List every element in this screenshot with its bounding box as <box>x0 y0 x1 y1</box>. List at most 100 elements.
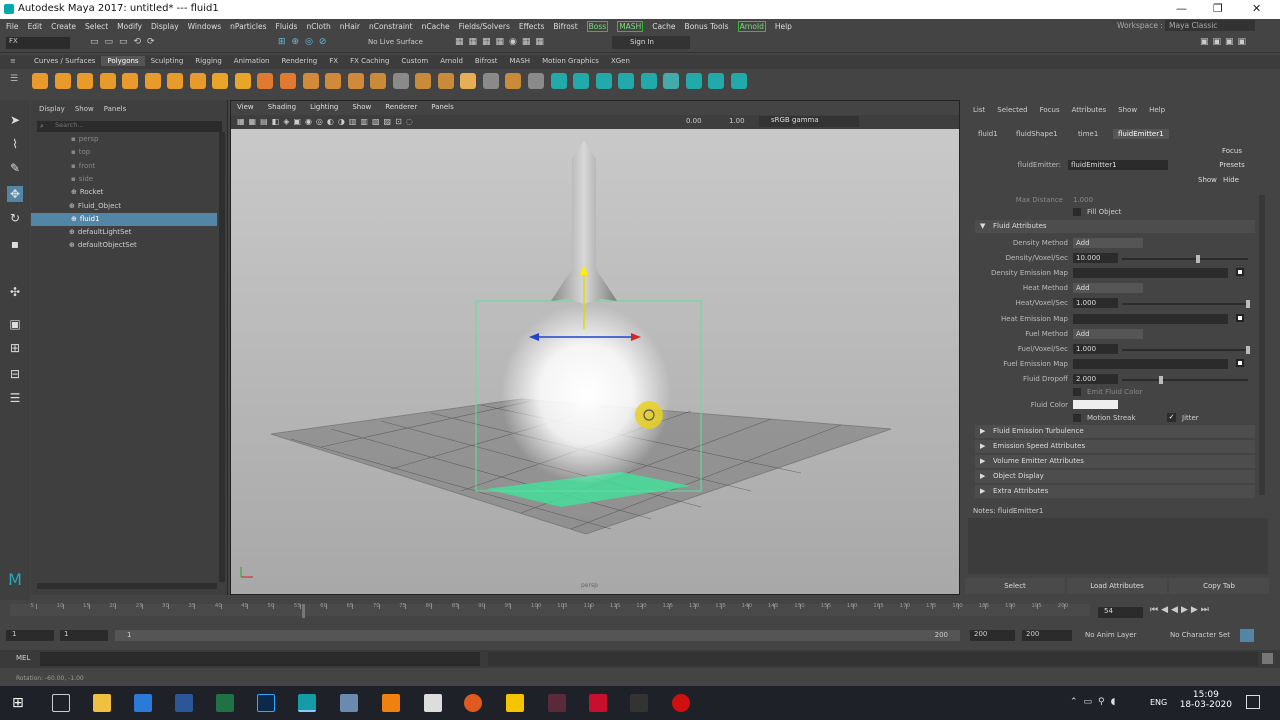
media-icon[interactable] <box>630 694 648 712</box>
ae-tab-fluidemitter1[interactable]: fluidEmitter1 <box>1113 129 1169 139</box>
ae-menu-help[interactable]: Help <box>1149 106 1165 114</box>
menu-fieldssolvers[interactable]: Fields/Solvers <box>459 22 510 31</box>
shelf-tab-sculpting[interactable]: Sculpting <box>145 56 190 66</box>
viewport-menu-view[interactable]: View <box>237 103 254 111</box>
torus-icon[interactable] <box>122 73 139 89</box>
menu-ncloth[interactable]: nCloth <box>306 22 330 31</box>
ae-tab-fluidshape1[interactable]: fluidShape1 <box>1011 129 1063 139</box>
bevel-icon[interactable] <box>460 73 477 89</box>
ae-menu-list[interactable]: List <box>973 106 985 114</box>
shelf-tab-arnold[interactable]: Arnold <box>434 56 469 66</box>
outliner-view-icon[interactable]: ☰ <box>7 390 23 406</box>
text-icon[interactable] <box>212 73 229 89</box>
node-name-field[interactable]: fluidEmitter1 <box>1068 160 1168 170</box>
attr-slider[interactable] <box>1122 348 1248 351</box>
cone-icon[interactable] <box>99 73 116 89</box>
map-button-icon[interactable] <box>1236 358 1244 367</box>
close-icon[interactable]: ✕ <box>1252 2 1261 15</box>
snap-icons[interactable]: ⊞⊕◎⊘ <box>278 37 358 49</box>
shelf-tab-animation[interactable]: Animation <box>228 56 276 66</box>
menu-effects[interactable]: Effects <box>519 22 545 31</box>
emit-color-checkbox[interactable] <box>1073 388 1081 396</box>
four-view-icon[interactable]: ⊞ <box>7 340 23 356</box>
menu-file[interactable]: File <box>6 22 19 31</box>
maya-taskbar-icon[interactable] <box>298 694 316 712</box>
shelf-tab-fx[interactable]: FX <box>323 56 344 66</box>
outliner-menu-display[interactable]: Display <box>39 105 65 113</box>
attr-slider[interactable] <box>1122 303 1248 306</box>
sphere-icon[interactable] <box>32 73 48 89</box>
shelf-tab-rendering[interactable]: Rendering <box>275 56 323 66</box>
menu-mash[interactable]: MASH <box>617 21 644 32</box>
outliner-search[interactable]: Search... <box>37 121 222 132</box>
section-fluid-attributes[interactable]: ▼ Fluid Attributes <box>975 220 1255 233</box>
outliner-menu-show[interactable]: Show <box>75 105 94 113</box>
ae-tab-time1[interactable]: time1 <box>1073 129 1103 139</box>
sign-in-button[interactable]: Sign In <box>612 36 690 49</box>
workspace-select[interactable]: Maya Classic <box>1165 20 1255 31</box>
acrobat-icon[interactable] <box>589 694 607 712</box>
outliner-menu-panels[interactable]: Panels <box>104 105 127 113</box>
multicut-icon[interactable] <box>528 73 545 89</box>
character-set-select[interactable]: No Character Set <box>1170 631 1230 639</box>
attr-slider[interactable] <box>1122 258 1248 261</box>
menu-help[interactable]: Help <box>775 22 792 31</box>
colorspace-select[interactable]: sRGB gamma <box>759 116 859 127</box>
render-icons[interactable]: ▦▦▦▦◉▦▦ <box>455 37 605 49</box>
motion-streak-checkbox[interactable] <box>1073 414 1081 422</box>
windows-start-icon[interactable]: ⊞ <box>12 694 30 712</box>
attr-slider-handle[interactable] <box>1246 345 1250 354</box>
viewport-menu-renderer[interactable]: Renderer <box>385 103 417 111</box>
reduce-icon[interactable] <box>392 73 409 89</box>
section-emission-speed-attributes[interactable]: ▶ Emission Speed Attributes <box>975 439 1255 453</box>
outliner-item[interactable]: ⊕ Fluid_Object <box>31 200 217 213</box>
playback-end-field[interactable]: 200 <box>970 630 1015 641</box>
attr-field[interactable]: 2.000 <box>1073 373 1118 384</box>
ae-menu-selected[interactable]: Selected <box>997 106 1027 114</box>
end-frame-field[interactable]: 200 <box>1022 630 1072 641</box>
ae-scrollbar[interactable] <box>1259 195 1265 495</box>
disc-icon[interactable] <box>167 73 184 89</box>
shelf-tab-custom[interactable]: Custom <box>395 56 434 66</box>
two-view-icon[interactable]: ⊟ <box>7 366 23 382</box>
vlc-icon[interactable] <box>382 694 400 712</box>
ae-menu-attributes[interactable]: Attributes <box>1072 106 1107 114</box>
menu-nconstraint[interactable]: nConstraint <box>369 22 413 31</box>
game-icon[interactable] <box>548 694 566 712</box>
jitter-checkbox[interactable]: ✓ <box>1167 413 1176 422</box>
calculator-icon[interactable] <box>424 694 442 712</box>
menu-create[interactable]: Create <box>51 22 76 31</box>
current-frame-field[interactable]: 54 <box>1098 607 1143 618</box>
task-view-icon[interactable] <box>52 694 70 712</box>
command-input[interactable] <box>40 652 480 666</box>
sticky-notes-icon[interactable] <box>506 694 524 712</box>
show-button[interactable]: Show <box>1198 176 1220 184</box>
ae-menu-focus[interactable]: Focus <box>1040 106 1060 114</box>
outliner-item[interactable]: ▪ front <box>31 160 217 173</box>
outliner-item[interactable]: ▪ side <box>31 173 217 186</box>
outliner-hscrollbar[interactable] <box>37 583 217 589</box>
append-icon[interactable] <box>505 73 522 89</box>
merge-icon[interactable] <box>482 73 499 89</box>
current-time-marker[interactable] <box>301 604 305 618</box>
viewport-menu-lighting[interactable]: Lighting <box>310 103 338 111</box>
smooth-icon[interactable] <box>302 73 319 89</box>
pipe-icon[interactable] <box>189 73 206 89</box>
recorder-icon[interactable] <box>672 694 690 712</box>
fluid-color-swatch[interactable] <box>1073 400 1118 409</box>
notifications-icon[interactable] <box>1246 695 1260 709</box>
shelf-tab-fxcaching[interactable]: FX Caching <box>344 56 395 66</box>
menu-cache[interactable]: Cache <box>652 22 675 31</box>
shelf-tab-bifrost[interactable]: Bifrost <box>469 56 504 66</box>
ae-menu-show[interactable]: Show <box>1118 106 1137 114</box>
load-attributes-button[interactable]: Load Attributes <box>1067 578 1167 594</box>
section-volume-emitter-attributes[interactable]: ▶ Volume Emitter Attributes <box>975 454 1255 468</box>
anim-layer-select[interactable]: No Anim Layer <box>1085 631 1136 639</box>
attr-slider-handle[interactable] <box>1196 255 1201 264</box>
taskbar-clock[interactable]: 15:09 18-03-2020 <box>1180 690 1232 710</box>
scale-tool-icon[interactable]: ▪ <box>7 236 23 252</box>
shelf-tab-xgen[interactable]: XGen <box>605 56 636 66</box>
uv-icon-8[interactable] <box>708 73 725 89</box>
menu-boss[interactable]: Boss <box>586 21 609 32</box>
focus-button[interactable]: Focus <box>1208 147 1256 159</box>
